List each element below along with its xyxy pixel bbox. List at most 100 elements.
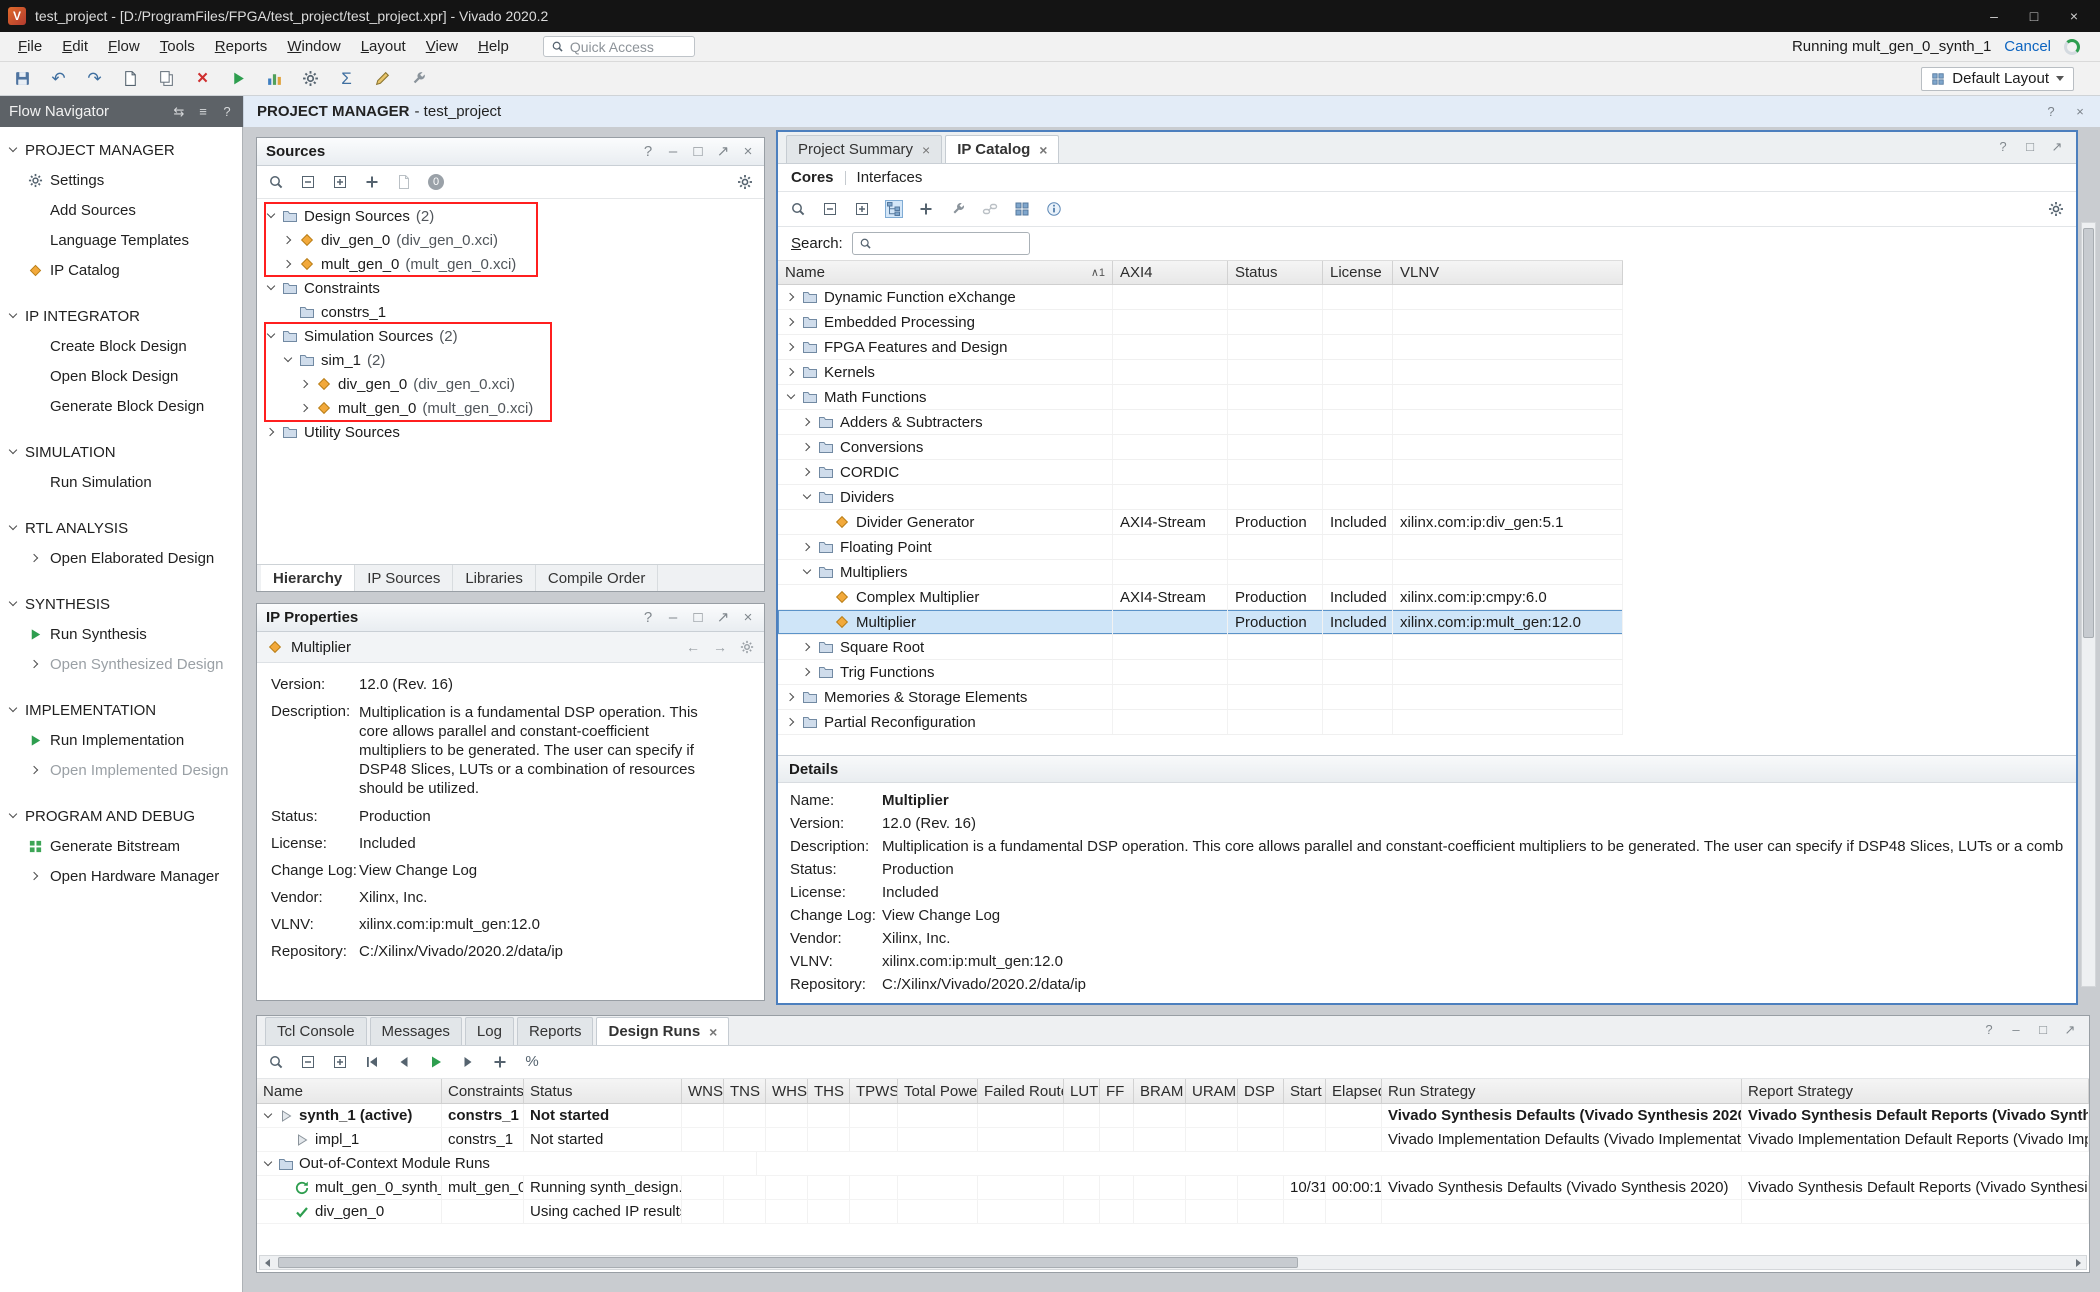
flow-section-header-ip-integrator[interactable]: IP INTEGRATOR	[0, 301, 242, 331]
horizontal-scrollbar[interactable]	[259, 1255, 2087, 1270]
chevron-right-icon[interactable]	[802, 542, 812, 552]
menu-tools[interactable]: Tools	[150, 34, 205, 59]
chevron-down-icon[interactable]	[8, 705, 18, 715]
source-tree-item-div-gen-0[interactable]: div_gen_0 (div_gen_0.xci)	[258, 228, 763, 252]
catalog-row-floating-point[interactable]: Floating Point	[778, 535, 1623, 560]
cancel-link[interactable]: Cancel	[2004, 38, 2051, 55]
percent-icon[interactable]: %	[524, 1054, 540, 1070]
close-tab-icon[interactable]: ×	[1039, 142, 1047, 158]
document-icon[interactable]	[396, 174, 412, 190]
run-row-out-of-context-module-runs[interactable]: Out-of-Context Module Runs	[257, 1152, 2089, 1176]
chevron-down-icon[interactable]	[786, 392, 796, 402]
maximize-icon[interactable]: ↗	[2063, 1023, 2077, 1037]
field-value[interactable]: View Change Log	[882, 907, 1000, 924]
chevron-right-icon[interactable]	[786, 292, 796, 302]
runs-column-elapsed[interactable]: Elapsed	[1326, 1079, 1382, 1103]
sidebar-item-run-synthesis[interactable]: Run Synthesis	[0, 619, 242, 649]
chevron-down-icon[interactable]	[266, 331, 276, 341]
sidebar-item-language-templates[interactable]: Language Templates	[0, 225, 242, 255]
hierarchy-view-icon[interactable]	[886, 201, 902, 217]
package-icon[interactable]	[1014, 201, 1030, 217]
chevron-right-icon[interactable]	[30, 765, 40, 775]
runs-column-wns[interactable]: WNS	[682, 1079, 724, 1103]
search-icon[interactable]	[268, 1054, 284, 1070]
runs-column-uram[interactable]: URAM	[1186, 1079, 1238, 1103]
run-row-mult-gen-0-synth-1[interactable]: mult_gen_0_synth_1mult_gen_0Running synt…	[257, 1176, 2089, 1200]
expand-all-icon[interactable]	[332, 1054, 348, 1070]
sources-tab-libraries[interactable]: Libraries	[453, 565, 536, 591]
info-icon[interactable]	[1046, 201, 1062, 217]
catalog-row-conversions[interactable]: Conversions	[778, 435, 1623, 460]
search-icon[interactable]	[790, 201, 806, 217]
chevron-right-icon[interactable]	[786, 317, 796, 327]
runs-column-report-strategy[interactable]: Report Strategy	[1742, 1079, 2089, 1103]
skip-start-icon[interactable]	[364, 1054, 380, 1070]
menu-icon[interactable]: ≡	[196, 105, 210, 119]
chevron-down-icon[interactable]	[263, 1111, 273, 1121]
undo-icon[interactable]: ↶	[50, 70, 67, 87]
chevron-right-icon[interactable]	[802, 467, 812, 477]
flow-section-header-implementation[interactable]: IMPLEMENTATION	[0, 695, 242, 725]
chart-icon[interactable]	[266, 70, 283, 87]
runs-column-total-power[interactable]: Total Power	[898, 1079, 978, 1103]
dock-toggle-icon[interactable]: ⇆	[172, 105, 186, 119]
chevron-down-icon[interactable]	[283, 355, 293, 365]
catalog-row-dividers[interactable]: Dividers	[778, 485, 1623, 510]
source-tree-item-constraints[interactable]: Constraints	[258, 276, 763, 300]
chevron-down-icon[interactable]	[8, 145, 18, 155]
menu-window[interactable]: Window	[277, 34, 350, 59]
chevron-down-icon[interactable]	[266, 283, 276, 293]
runs-column-bram[interactable]: BRAM	[1134, 1079, 1186, 1103]
step-back-icon[interactable]	[396, 1054, 412, 1070]
maximize-button[interactable]: □	[2016, 3, 2052, 29]
chevron-down-icon[interactable]	[266, 211, 276, 221]
source-tree-item-simulation-sources[interactable]: Simulation Sources (2)	[258, 324, 763, 348]
copy-icon[interactable]	[158, 70, 175, 87]
sidebar-item-open-elaborated-design[interactable]: Open Elaborated Design	[0, 543, 242, 573]
stop-icon[interactable]: ×	[194, 70, 211, 87]
bottom-tab-design-runs[interactable]: Design Runs×	[596, 1017, 729, 1045]
catalog-row-multiplier[interactable]: MultiplierProductionIncludedxilinx.com:i…	[778, 610, 1623, 635]
editor-tab-project-summary[interactable]: Project Summary×	[786, 135, 942, 163]
add-icon[interactable]	[364, 174, 380, 190]
runs-column-tns[interactable]: TNS	[724, 1079, 766, 1103]
maximize-icon[interactable]: ↗	[716, 611, 730, 625]
help-icon[interactable]: ?	[220, 105, 234, 119]
runs-column-ff[interactable]: FF	[1100, 1079, 1134, 1103]
collapse-all-icon[interactable]	[300, 174, 316, 190]
catalog-row-trig-functions[interactable]: Trig Functions	[778, 660, 1623, 685]
help-icon[interactable]: ?	[1996, 140, 2010, 154]
subtab-cores[interactable]: Cores	[791, 169, 834, 186]
sidebar-item-open-synthesized-design[interactable]: Open Synthesized Design	[0, 649, 242, 679]
chevron-right-icon[interactable]	[802, 642, 812, 652]
sidebar-item-ip-catalog[interactable]: IP Catalog	[0, 255, 242, 285]
chevron-right-icon[interactable]	[786, 342, 796, 352]
sources-tab-ip-sources[interactable]: IP Sources	[355, 565, 453, 591]
chevron-right-icon[interactable]	[786, 717, 796, 727]
sum-icon[interactable]: Σ	[338, 70, 355, 87]
minimize-icon[interactable]: –	[666, 611, 680, 625]
maximize-icon[interactable]: ↗	[2050, 140, 2064, 154]
disable-core-icon[interactable]	[982, 201, 998, 217]
expand-all-icon[interactable]	[854, 201, 870, 217]
runs-column-constraints[interactable]: Constraints	[442, 1079, 524, 1103]
chevron-down-icon[interactable]	[8, 599, 18, 609]
search-icon[interactable]	[268, 174, 284, 190]
catalog-search-input[interactable]	[852, 232, 1030, 255]
run-row-impl-1[interactable]: impl_1constrs_1Not startedVivado Impleme…	[257, 1128, 2089, 1152]
flow-section-header-rtl-analysis[interactable]: RTL ANALYSIS	[0, 513, 242, 543]
settings-icon[interactable]	[740, 640, 754, 654]
chevron-down-icon[interactable]	[8, 811, 18, 821]
edit-icon[interactable]	[374, 70, 391, 87]
add-ip-icon[interactable]	[918, 201, 934, 217]
float-icon[interactable]: □	[691, 611, 705, 625]
customize-icon[interactable]	[950, 201, 966, 217]
scrollbar-thumb[interactable]	[2083, 228, 2094, 638]
close-tab-icon[interactable]: ×	[709, 1024, 717, 1040]
settings-icon[interactable]	[2048, 201, 2064, 217]
column-header-vlnv[interactable]: VLNV	[1393, 261, 1623, 284]
source-tree-item-utility-sources[interactable]: Utility Sources	[258, 420, 763, 444]
catalog-row-complex-multiplier[interactable]: Complex MultiplierAXI4-StreamProductionI…	[778, 585, 1623, 610]
chevron-down-icon[interactable]	[802, 567, 812, 577]
source-tree-item-mult-gen-0[interactable]: mult_gen_0 (mult_gen_0.xci)	[258, 396, 763, 420]
